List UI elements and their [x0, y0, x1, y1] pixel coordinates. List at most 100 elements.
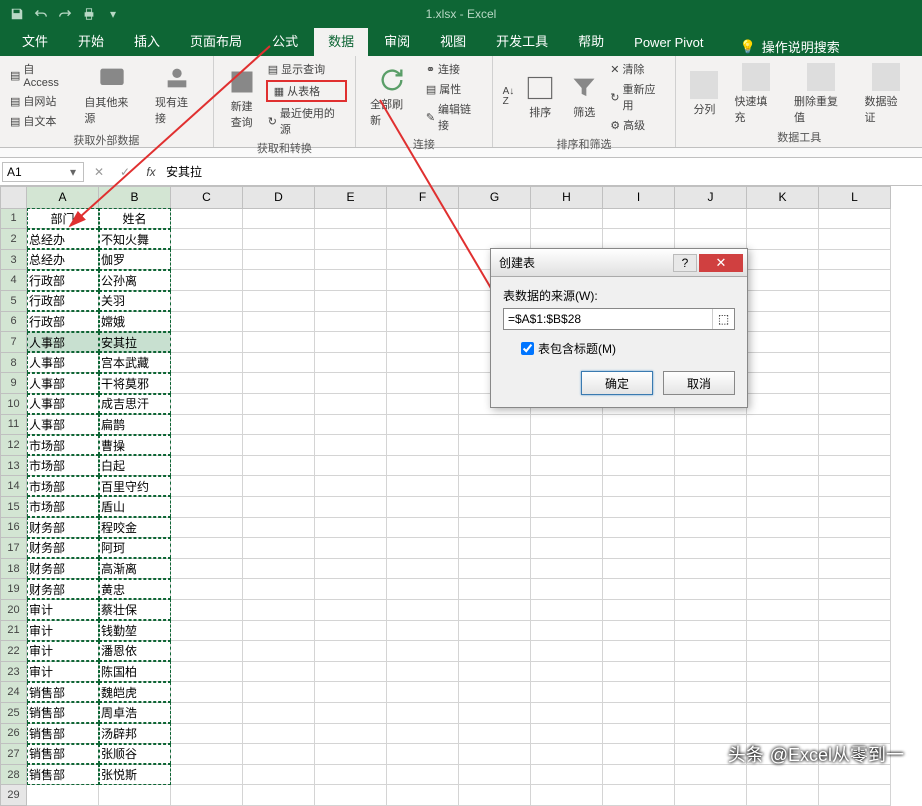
row-header[interactable]: 15: [1, 496, 27, 517]
cell[interactable]: [243, 311, 315, 332]
cell[interactable]: [675, 517, 747, 538]
redo-icon[interactable]: [56, 5, 74, 23]
cell[interactable]: [747, 620, 819, 641]
cell[interactable]: [747, 517, 819, 538]
column-header[interactable]: K: [747, 187, 819, 209]
cell[interactable]: [459, 455, 531, 476]
cell[interactable]: [171, 702, 243, 723]
connections-button[interactable]: ⚭ 连接: [424, 60, 484, 78]
cell[interactable]: [747, 414, 819, 435]
cell[interactable]: [747, 764, 819, 785]
cell[interactable]: [603, 496, 675, 517]
cell[interactable]: [819, 229, 891, 250]
cell[interactable]: [315, 229, 387, 250]
row-header[interactable]: 4: [1, 270, 27, 291]
cell[interactable]: [819, 579, 891, 600]
cell[interactable]: [459, 764, 531, 785]
enter-formula-icon[interactable]: ✓: [118, 165, 132, 179]
cell[interactable]: [675, 641, 747, 662]
from-text-button[interactable]: ▤ 自文本: [8, 112, 74, 130]
cell[interactable]: 宫本武藏: [99, 352, 171, 373]
clear-filter-button[interactable]: ✕ 清除: [608, 60, 667, 78]
flash-fill-button[interactable]: 快速填充: [728, 60, 784, 127]
dialog-ok-button[interactable]: 确定: [581, 371, 653, 395]
cell[interactable]: [819, 496, 891, 517]
cell[interactable]: [171, 352, 243, 373]
column-header[interactable]: I: [603, 187, 675, 209]
cell[interactable]: [243, 332, 315, 353]
cell[interactable]: [531, 496, 603, 517]
cell[interactable]: [315, 723, 387, 744]
cell[interactable]: [171, 394, 243, 415]
cell[interactable]: [171, 455, 243, 476]
cell[interactable]: [99, 785, 171, 806]
cell[interactable]: [171, 414, 243, 435]
cell[interactable]: [315, 641, 387, 662]
cell[interactable]: [603, 682, 675, 703]
cell[interactable]: [603, 435, 675, 456]
cell[interactable]: [243, 723, 315, 744]
tab-help[interactable]: 帮助: [564, 25, 618, 56]
cell[interactable]: [459, 435, 531, 456]
cell[interactable]: [171, 476, 243, 497]
cell[interactable]: 行政部: [27, 270, 99, 291]
cell[interactable]: 市场部: [27, 476, 99, 497]
cell[interactable]: 安其拉: [99, 332, 171, 353]
row-header[interactable]: 29: [1, 785, 27, 806]
tab-home[interactable]: 开始: [64, 25, 118, 56]
cell[interactable]: [675, 455, 747, 476]
cell[interactable]: [747, 291, 819, 312]
cell[interactable]: 干将莫邪: [99, 373, 171, 394]
cell[interactable]: [171, 661, 243, 682]
tab-insert[interactable]: 插入: [120, 25, 174, 56]
cell[interactable]: [531, 558, 603, 579]
cell[interactable]: [243, 579, 315, 600]
cell[interactable]: [315, 661, 387, 682]
cell[interactable]: 财务部: [27, 538, 99, 559]
cell[interactable]: [315, 270, 387, 291]
row-header[interactable]: 26: [1, 723, 27, 744]
cell[interactable]: [315, 394, 387, 415]
cell[interactable]: [171, 208, 243, 229]
cell[interactable]: [459, 229, 531, 250]
row-header[interactable]: 9: [1, 373, 27, 394]
cell[interactable]: [531, 641, 603, 662]
cell[interactable]: [603, 599, 675, 620]
cell[interactable]: 人事部: [27, 352, 99, 373]
cell[interactable]: 市场部: [27, 496, 99, 517]
cell[interactable]: [243, 414, 315, 435]
cell[interactable]: [387, 702, 459, 723]
cell[interactable]: 人事部: [27, 332, 99, 353]
cell[interactable]: [171, 682, 243, 703]
column-header[interactable]: H: [531, 187, 603, 209]
cell[interactable]: [675, 435, 747, 456]
cell[interactable]: [747, 249, 819, 270]
cancel-formula-icon[interactable]: ✕: [92, 165, 106, 179]
row-header[interactable]: 2: [1, 229, 27, 250]
name-box[interactable]: A1 ▾: [2, 162, 84, 182]
cell[interactable]: [675, 476, 747, 497]
cell[interactable]: [531, 414, 603, 435]
cell[interactable]: [675, 538, 747, 559]
cell[interactable]: 行政部: [27, 311, 99, 332]
refresh-all-button[interactable]: 全部刷新: [364, 60, 420, 134]
edit-links-button[interactable]: ✎ 编辑链接: [424, 100, 484, 134]
cell[interactable]: [531, 435, 603, 456]
cell[interactable]: [243, 661, 315, 682]
cell[interactable]: [387, 682, 459, 703]
cell[interactable]: [819, 558, 891, 579]
collapse-dialog-icon[interactable]: ⬚: [712, 309, 734, 329]
cell[interactable]: [747, 682, 819, 703]
cell[interactable]: [171, 249, 243, 270]
row-header[interactable]: 20: [1, 599, 27, 620]
cell[interactable]: [603, 517, 675, 538]
print-icon[interactable]: [80, 5, 98, 23]
cell[interactable]: [747, 208, 819, 229]
cell[interactable]: 钱勤堃: [99, 620, 171, 641]
cell[interactable]: [747, 270, 819, 291]
cell[interactable]: [459, 682, 531, 703]
save-icon[interactable]: [8, 5, 26, 23]
worksheet-grid[interactable]: ABCDEFGHIJKL1部门姓名2总经办不知火舞3总经办伽罗4行政部公孙离5行…: [0, 186, 922, 806]
cell[interactable]: [171, 332, 243, 353]
cell[interactable]: [819, 352, 891, 373]
